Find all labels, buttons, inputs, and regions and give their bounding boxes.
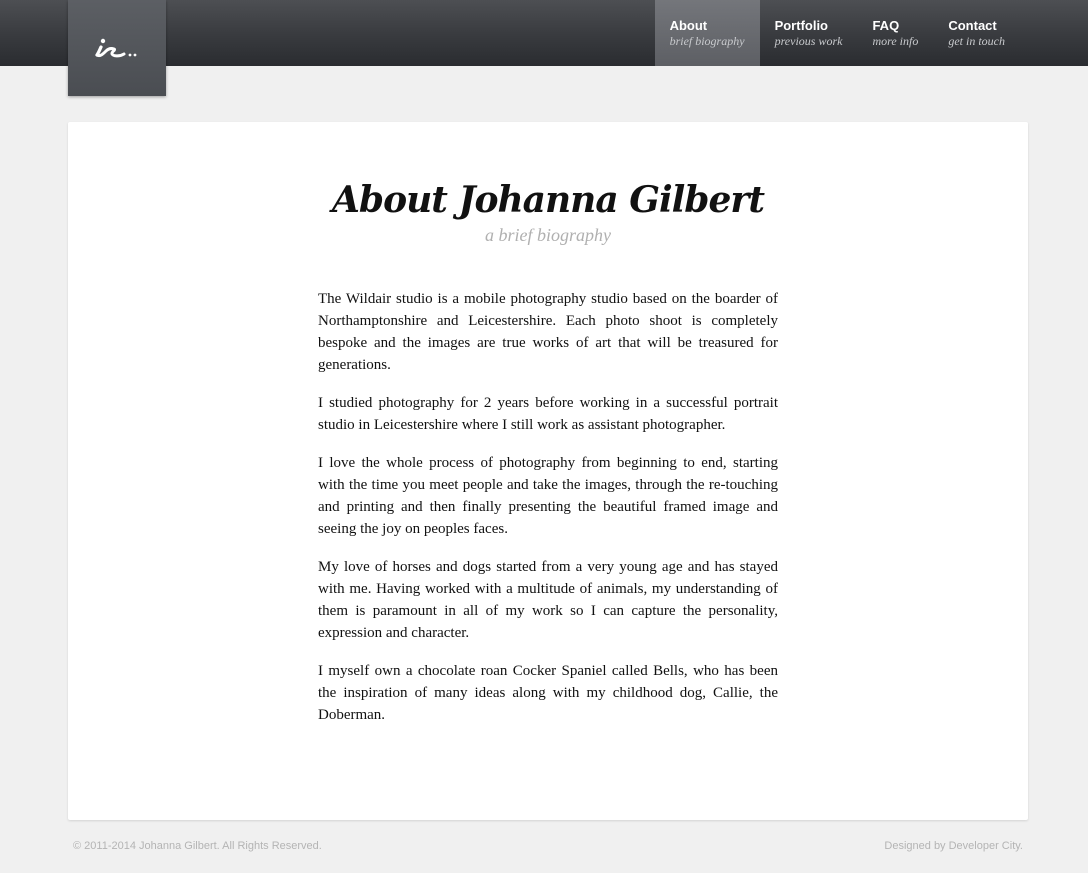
- nav-label: FAQ: [872, 18, 900, 33]
- nav-sublabel: previous work: [774, 34, 843, 48]
- biography-article: The Wildair studio is a mobile photograp…: [318, 288, 778, 742]
- nav-item-contact[interactable]: Contact get in touch: [933, 0, 1020, 66]
- nav-sublabel: brief biography: [669, 34, 745, 48]
- nav-item-faq[interactable]: FAQ more info: [857, 0, 933, 66]
- paragraph: The Wildair studio is a mobile photograp…: [318, 291, 778, 373]
- page-subtitle: a brief biography: [485, 225, 611, 245]
- nav-sublabel: get in touch: [948, 34, 1005, 48]
- paragraph: I myself own a chocolate roan Cocker Spa…: [318, 663, 778, 723]
- footer-credit-link[interactable]: Designed by Developer City.: [884, 840, 1023, 852]
- nav-item-portfolio[interactable]: Portfolio previous work: [760, 0, 858, 66]
- main-nav: About brief biography Portfolio previous…: [654, 0, 1020, 66]
- nav-sublabel: more info: [872, 34, 919, 48]
- site-logo[interactable]: [68, 0, 166, 96]
- script-is-logo-icon: [94, 35, 140, 61]
- paragraph: I studied photography for 2 years before…: [318, 395, 778, 433]
- top-navigation-bar: About brief biography Portfolio previous…: [0, 0, 1088, 96]
- nav-label: Portfolio: [774, 18, 828, 33]
- nav-label: About: [669, 18, 708, 33]
- nav-item-about[interactable]: About brief biography: [654, 0, 760, 66]
- page-title: About Johanna Gilbert: [332, 179, 765, 221]
- footer-copyright: © 2011-2014 Johanna Gilbert. All Rights …: [73, 840, 322, 852]
- paragraph: My love of horses and dogs started from …: [318, 559, 778, 641]
- nav-label: Contact: [948, 18, 997, 33]
- content-panel: About Johanna Gilbert a brief biography …: [68, 122, 1028, 820]
- paragraph: I love the whole process of photography …: [318, 455, 778, 537]
